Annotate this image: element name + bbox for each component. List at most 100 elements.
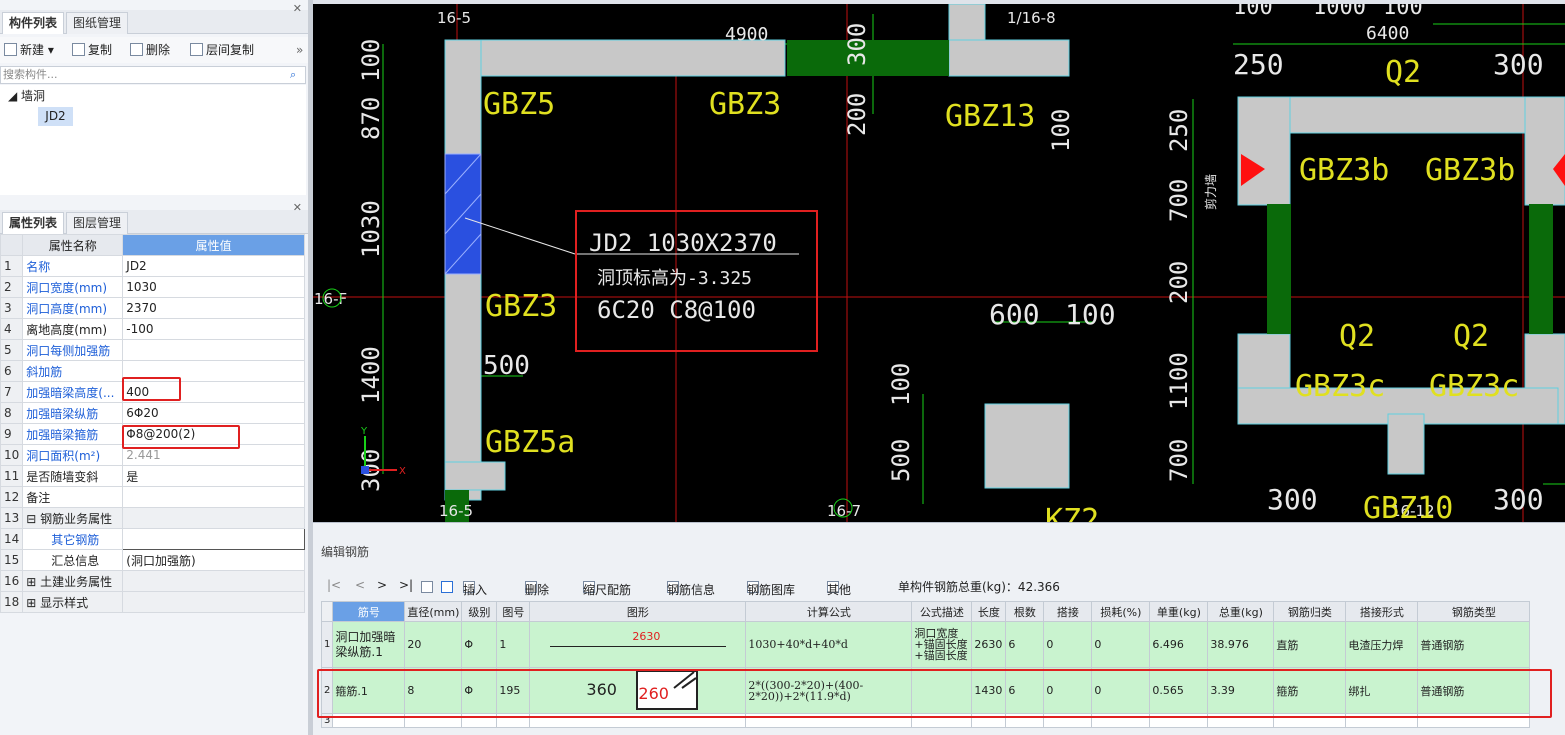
nav-last-button[interactable]: >|	[399, 578, 413, 592]
rebar-toolbar: |< < > >| 插入 删除 缩尺配筋 钢筋信息 钢筋图库 其他 ▾ 单构件钢…	[327, 578, 1060, 597]
cell-shape[interactable]: 2630	[529, 621, 747, 668]
copy-button[interactable]: 复制	[72, 41, 112, 59]
column-header[interactable]: 钢筋类型	[1417, 601, 1531, 622]
column-header[interactable]: 直径(mm)	[404, 601, 463, 622]
prop-value[interactable]: 1030	[122, 276, 305, 298]
column-header[interactable]: 单重(kg)	[1149, 601, 1209, 622]
column-header[interactable]: 搭接	[1043, 601, 1093, 622]
prop-value[interactable]: 6Φ20	[122, 402, 305, 424]
tab-drawing-manage[interactable]: 图纸管理	[66, 12, 129, 34]
column-header[interactable]: 级别	[461, 601, 498, 622]
prop-value[interactable]: (洞口加强筋)	[122, 549, 305, 571]
annotation-line2: 洞顶标高为-3.325	[597, 268, 752, 289]
highlight-box	[122, 377, 181, 401]
delete-icon	[130, 43, 143, 56]
property-row[interactable]: 3 洞口高度(mm) 2370	[0, 297, 305, 319]
nav-first-button[interactable]: |<	[327, 578, 341, 592]
property-row[interactable]: 4 离地高度(mm) -100	[0, 318, 305, 340]
prop-value[interactable]: -100	[122, 318, 305, 340]
prop-name: 加强暗梁高度(...	[22, 381, 124, 403]
column-header[interactable]: 公式描述	[911, 601, 973, 622]
dim-text: 250	[1165, 109, 1193, 152]
component-label: GBZ3c	[1429, 369, 1519, 404]
property-row[interactable]: 18 ⊞ 显示样式	[0, 591, 305, 613]
close-icon[interactable]: ✕	[293, 2, 302, 15]
column-header[interactable]: 损耗(%)	[1091, 601, 1151, 622]
tab-component-list[interactable]: 构件列表	[2, 12, 65, 34]
nav-prev-button[interactable]: <	[355, 578, 365, 592]
prop-name: 斜加筋	[22, 360, 124, 382]
delete-button[interactable]: 删除	[130, 41, 170, 59]
column-header[interactable]: 图形	[529, 601, 747, 622]
dim-text: 1030	[357, 200, 385, 258]
property-row[interactable]: 15 汇总信息 (洞口加强筋)	[0, 549, 305, 571]
search-icon[interactable]: ⌕	[290, 68, 304, 82]
copy-icon	[72, 43, 85, 56]
prop-value[interactable]	[122, 486, 305, 508]
close-icon[interactable]: ✕	[293, 201, 302, 214]
prop-value[interactable]	[122, 528, 305, 550]
property-row[interactable]: 12 备注	[0, 486, 305, 508]
row-number: 14	[0, 528, 24, 550]
nav-next-button[interactable]: >	[377, 578, 387, 592]
prop-value[interactable]	[122, 339, 305, 361]
cell-name[interactable]: 洞口加强暗梁纵筋.1	[332, 621, 406, 668]
component-label: GBZ10	[1363, 491, 1453, 522]
row-number: 11	[0, 465, 24, 487]
column-header[interactable]: 长度	[971, 601, 1007, 622]
property-row[interactable]: 8 加强暗梁纵筋 6Φ20	[0, 402, 305, 424]
cad-drawing-view[interactable]: JD2 1030X2370 洞顶标高为-3.325 6C20 C8@100 16…	[313, 4, 1565, 522]
tree-item-jd2[interactable]: JD2	[38, 107, 73, 126]
property-row[interactable]: 11 是否随墙变斜是	[0, 465, 305, 487]
prop-value[interactable]	[122, 591, 305, 613]
column-header[interactable]: 图号	[496, 601, 531, 622]
annotation-line1: JD2 1030X2370	[589, 229, 777, 257]
new-button[interactable]: 新建 ▾	[4, 41, 54, 59]
tab-property-list[interactable]: 属性列表	[2, 212, 65, 234]
floor-copy-button[interactable]: 层间复制	[190, 41, 254, 59]
tree-group[interactable]: ◢ 墙洞	[8, 87, 45, 104]
property-row[interactable]: 2 洞口宽度(mm) 1030	[0, 276, 305, 298]
property-row[interactable]: 13 ⊟ 钢筋业务属性	[0, 507, 305, 529]
component-label: Q2	[1385, 55, 1421, 90]
property-row[interactable]: 16 ⊞ 土建业务属性	[0, 570, 305, 592]
dim-text: 500	[483, 351, 530, 381]
dim-text: 300	[1267, 483, 1318, 516]
row-number: 13	[0, 507, 24, 529]
column-header[interactable]: 根数	[1005, 601, 1045, 622]
component-toolbar: 新建 ▾ 复制 删除 层间复制 »	[0, 37, 308, 63]
more-icon[interactable]: »	[296, 41, 303, 59]
prop-name: 名称	[22, 255, 124, 277]
dim-text: 300	[1493, 483, 1544, 516]
dim-text: 100	[357, 39, 385, 82]
prop-value[interactable]: 2370	[122, 297, 305, 319]
component-search-input[interactable]: 搜索构件...	[0, 66, 306, 84]
property-row[interactable]: 1 名称 JD2	[0, 255, 305, 277]
dim-text: 100	[887, 363, 915, 406]
row-number: 16	[0, 570, 24, 592]
component-label: GBZ13	[945, 99, 1035, 134]
prop-value[interactable]	[122, 507, 305, 529]
row-number: 2	[0, 276, 24, 298]
column-header[interactable]: 筋号	[332, 601, 406, 622]
column-header[interactable]: 钢筋归类	[1273, 601, 1347, 622]
dim-text: 700	[1165, 179, 1193, 222]
dim-text: 1400	[357, 346, 385, 404]
tab-layer-manage[interactable]: 图层管理	[66, 212, 129, 234]
property-row[interactable]: 14 其它钢筋	[0, 528, 305, 550]
dim-text: 4900	[725, 24, 768, 45]
prop-name: ⊞ 土建业务属性	[22, 570, 124, 592]
prop-value[interactable]: 是	[122, 465, 305, 487]
rebar-panel-title: 编辑钢筋	[321, 545, 370, 559]
table-row[interactable]: 1 洞口加强暗梁纵筋.1 20 Φ 1 2630 1030+40*d+40*d …	[320, 621, 1531, 668]
property-row[interactable]: 5 洞口每侧加强筋	[0, 339, 305, 361]
column-header[interactable]: 总重(kg)	[1207, 601, 1275, 622]
prop-value[interactable]: JD2	[122, 255, 305, 277]
cad-canvas[interactable]: JD2 1030X2370 洞顶标高为-3.325 6C20 C8@100 16…	[313, 4, 1565, 522]
column-header[interactable]: 计算公式	[745, 601, 913, 622]
other-button[interactable]: 其他 ▾	[827, 578, 851, 597]
annotation-line3: 6C20 C8@100	[597, 296, 756, 324]
column-header[interactable]: 搭接形式	[1345, 601, 1419, 622]
component-label: GBZ5a	[485, 425, 575, 460]
prop-value[interactable]	[122, 570, 305, 592]
